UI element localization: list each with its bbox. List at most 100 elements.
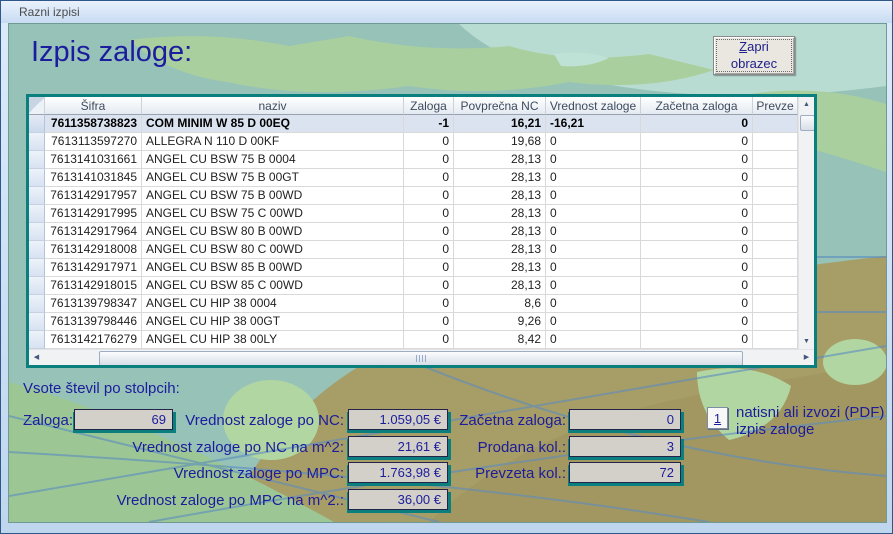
cell-povprecna_nc[interactable]: 9,26 bbox=[454, 313, 546, 331]
cell-vrednost_zaloge[interactable]: -16,21 bbox=[546, 115, 641, 133]
cell-naziv[interactable]: ANGEL CU HIP 38 00GT bbox=[142, 313, 404, 331]
cell-vrednost_zaloge[interactable]: 0 bbox=[546, 151, 641, 169]
table-row[interactable]: 7613141031845ANGEL CU BSW 75 B 00GT028,1… bbox=[29, 169, 798, 187]
cell-povprecna_nc[interactable]: 8,6 bbox=[454, 295, 546, 313]
cell-prevzeta[interactable] bbox=[753, 241, 798, 259]
cell-zacetna_zaloga[interactable]: 0 bbox=[641, 115, 753, 133]
scroll-up-icon[interactable]: ▲ bbox=[799, 97, 814, 112]
cell-zacetna_zaloga[interactable]: 0 bbox=[641, 205, 753, 223]
row-selector[interactable] bbox=[29, 223, 45, 241]
cell-naziv[interactable]: ANGEL CU HIP 38 0004 bbox=[142, 295, 404, 313]
cell-vrednost_zaloge[interactable]: 0 bbox=[546, 277, 641, 295]
cell-vrednost_zaloge[interactable]: 0 bbox=[546, 259, 641, 277]
table-row[interactable]: 7613113597270ALLEGRA N 110 D 00KF019,680… bbox=[29, 133, 798, 151]
vertical-scrollbar[interactable]: ▲ ▼ bbox=[798, 97, 814, 349]
window-titlebar[interactable]: Razni izpisi bbox=[1, 1, 892, 23]
cell-sifra[interactable]: 7613141031661 bbox=[45, 151, 142, 169]
column-header-prevzeta[interactable]: Prevze bbox=[753, 97, 798, 115]
table-row[interactable]: 7611358738823COM MINIM W 85 D 00EQ-116,2… bbox=[29, 115, 798, 133]
cell-sifra[interactable]: 7613142917964 bbox=[45, 223, 142, 241]
cell-sifra[interactable]: 7613141031845 bbox=[45, 169, 142, 187]
row-selector[interactable] bbox=[29, 277, 45, 295]
cell-prevzeta[interactable] bbox=[753, 223, 798, 241]
table-row[interactable]: 7613139798446ANGEL CU HIP 38 00GT09,2600 bbox=[29, 313, 798, 331]
cell-prevzeta[interactable] bbox=[753, 313, 798, 331]
row-selector[interactable] bbox=[29, 205, 45, 223]
cell-zaloga[interactable]: 0 bbox=[404, 331, 454, 349]
cell-vrednost_zaloge[interactable]: 0 bbox=[546, 133, 641, 151]
vrednost-mpc-m2-field[interactable]: 36,00 € bbox=[348, 489, 448, 510]
table-row[interactable]: 7613142917995ANGEL CU BSW 75 C 00WD028,1… bbox=[29, 205, 798, 223]
cell-naziv[interactable]: ANGEL CU BSW 85 B 00WD bbox=[142, 259, 404, 277]
cell-zacetna_zaloga[interactable]: 0 bbox=[641, 223, 753, 241]
cell-povprecna_nc[interactable]: 28,13 bbox=[454, 187, 546, 205]
table-row[interactable]: 7613141031661ANGEL CU BSW 75 B 0004028,1… bbox=[29, 151, 798, 169]
cell-zaloga[interactable]: 0 bbox=[404, 151, 454, 169]
cell-zacetna_zaloga[interactable]: 0 bbox=[641, 331, 753, 349]
cell-povprecna_nc[interactable]: 28,13 bbox=[454, 277, 546, 295]
cell-sifra[interactable]: 7611358738823 bbox=[45, 115, 142, 133]
column-header-sifra[interactable]: Šifra bbox=[45, 97, 142, 115]
cell-zacetna_zaloga[interactable]: 0 bbox=[641, 133, 753, 151]
row-selector[interactable] bbox=[29, 331, 45, 349]
cell-zacetna_zaloga[interactable]: 0 bbox=[641, 259, 753, 277]
cell-zacetna_zaloga[interactable]: 0 bbox=[641, 295, 753, 313]
vertical-scrollbar-thumb[interactable] bbox=[800, 115, 815, 131]
vrednost-nc-m2-field[interactable]: 21,61 € bbox=[348, 436, 448, 457]
cell-vrednost_zaloge[interactable]: 0 bbox=[546, 169, 641, 187]
table-row[interactable]: 7613142176279ANGEL CU HIP 38 00LY08,4200 bbox=[29, 331, 798, 349]
cell-prevzeta[interactable] bbox=[753, 259, 798, 277]
cell-prevzeta[interactable] bbox=[753, 169, 798, 187]
cell-zacetna_zaloga[interactable]: 0 bbox=[641, 313, 753, 331]
cell-zaloga[interactable]: 0 bbox=[404, 259, 454, 277]
cell-zaloga[interactable]: 0 bbox=[404, 187, 454, 205]
cell-vrednost_zaloge[interactable]: 0 bbox=[546, 331, 641, 349]
cell-sifra[interactable]: 7613142917995 bbox=[45, 205, 142, 223]
row-selector[interactable] bbox=[29, 169, 45, 187]
table-row[interactable]: 7613142917957ANGEL CU BSW 75 B 00WD028,1… bbox=[29, 187, 798, 205]
scroll-down-icon[interactable]: ▼ bbox=[799, 334, 814, 349]
table-row[interactable]: 7613142917964ANGEL CU BSW 80 B 00WD 0 28,1… bbox=[29, 223, 798, 241]
cell-vrednost_zaloge[interactable]: 0 bbox=[546, 187, 641, 205]
cell-povprecna_nc[interactable]: 28,13 bbox=[454, 205, 546, 223]
cell-zaloga[interactable]: 0 bbox=[404, 205, 454, 223]
cell-prevzeta[interactable] bbox=[753, 133, 798, 151]
row-selector[interactable] bbox=[29, 295, 45, 313]
cell-zaloga[interactable]: 0 bbox=[404, 169, 454, 187]
cell-zaloga[interactable]: 0 bbox=[404, 133, 454, 151]
cell-naziv[interactable]: ANGEL CU BSW 85 C 00WD bbox=[142, 277, 404, 295]
row-selector[interactable] bbox=[29, 115, 45, 133]
cell-sifra[interactable]: 7613142918015 bbox=[45, 277, 142, 295]
cell-povprecna_nc[interactable]: 28,13 bbox=[454, 223, 546, 241]
cell-prevzeta[interactable] bbox=[753, 331, 798, 349]
cell-vrednost_zaloge[interactable]: 0 bbox=[546, 241, 641, 259]
cell-naziv[interactable]: ANGEL CU BSW 75 B 00WD bbox=[142, 187, 404, 205]
horizontal-scrollbar[interactable]: ◀ ▶ bbox=[29, 349, 814, 365]
column-header-naziv[interactable]: naziv bbox=[142, 97, 404, 115]
row-selector[interactable] bbox=[29, 187, 45, 205]
column-header-vrednost_zaloge[interactable]: Vrednost zaloge bbox=[546, 97, 641, 115]
cell-vrednost_zaloge[interactable]: 0 bbox=[546, 295, 641, 313]
row-selector[interactable] bbox=[29, 259, 45, 277]
row-selector[interactable] bbox=[29, 151, 45, 169]
vrednost-nc-field[interactable]: 1.059,05 € bbox=[348, 409, 448, 430]
zacetna-zaloga-field[interactable]: 0 bbox=[569, 409, 681, 430]
cell-zacetna_zaloga[interactable]: 0 bbox=[641, 169, 753, 187]
cell-zacetna_zaloga[interactable]: 0 bbox=[641, 187, 753, 205]
row-selector[interactable] bbox=[29, 313, 45, 331]
cell-sifra[interactable]: 7613142918008 bbox=[45, 241, 142, 259]
cell-zacetna_zaloga[interactable]: 0 bbox=[641, 151, 753, 169]
cell-povprecna_nc[interactable]: 28,13 bbox=[454, 169, 546, 187]
table-row[interactable]: 7613139798347ANGEL CU HIP 38 000408,600 bbox=[29, 295, 798, 313]
cell-sifra[interactable]: 7613142917957 bbox=[45, 187, 142, 205]
cell-povprecna_nc[interactable]: 16,21 bbox=[454, 115, 546, 133]
cell-prevzeta[interactable] bbox=[753, 295, 798, 313]
cell-naziv[interactable]: ANGEL CU BSW 80 B 00WD bbox=[142, 223, 404, 241]
cell-naziv[interactable]: ANGEL CU BSW 80 C 00WD bbox=[142, 241, 404, 259]
cell-zaloga[interactable]: 0 bbox=[404, 241, 454, 259]
table-row[interactable]: 7613142918008ANGEL CU BSW 80 C 00WD028,1… bbox=[29, 241, 798, 259]
cell-naziv[interactable]: ANGEL CU BSW 75 C 00WD bbox=[142, 205, 404, 223]
cell-prevzeta[interactable] bbox=[753, 277, 798, 295]
cell-zaloga[interactable]: 0 bbox=[404, 313, 454, 331]
cell-vrednost_zaloge[interactable]: 0 bbox=[546, 205, 641, 223]
